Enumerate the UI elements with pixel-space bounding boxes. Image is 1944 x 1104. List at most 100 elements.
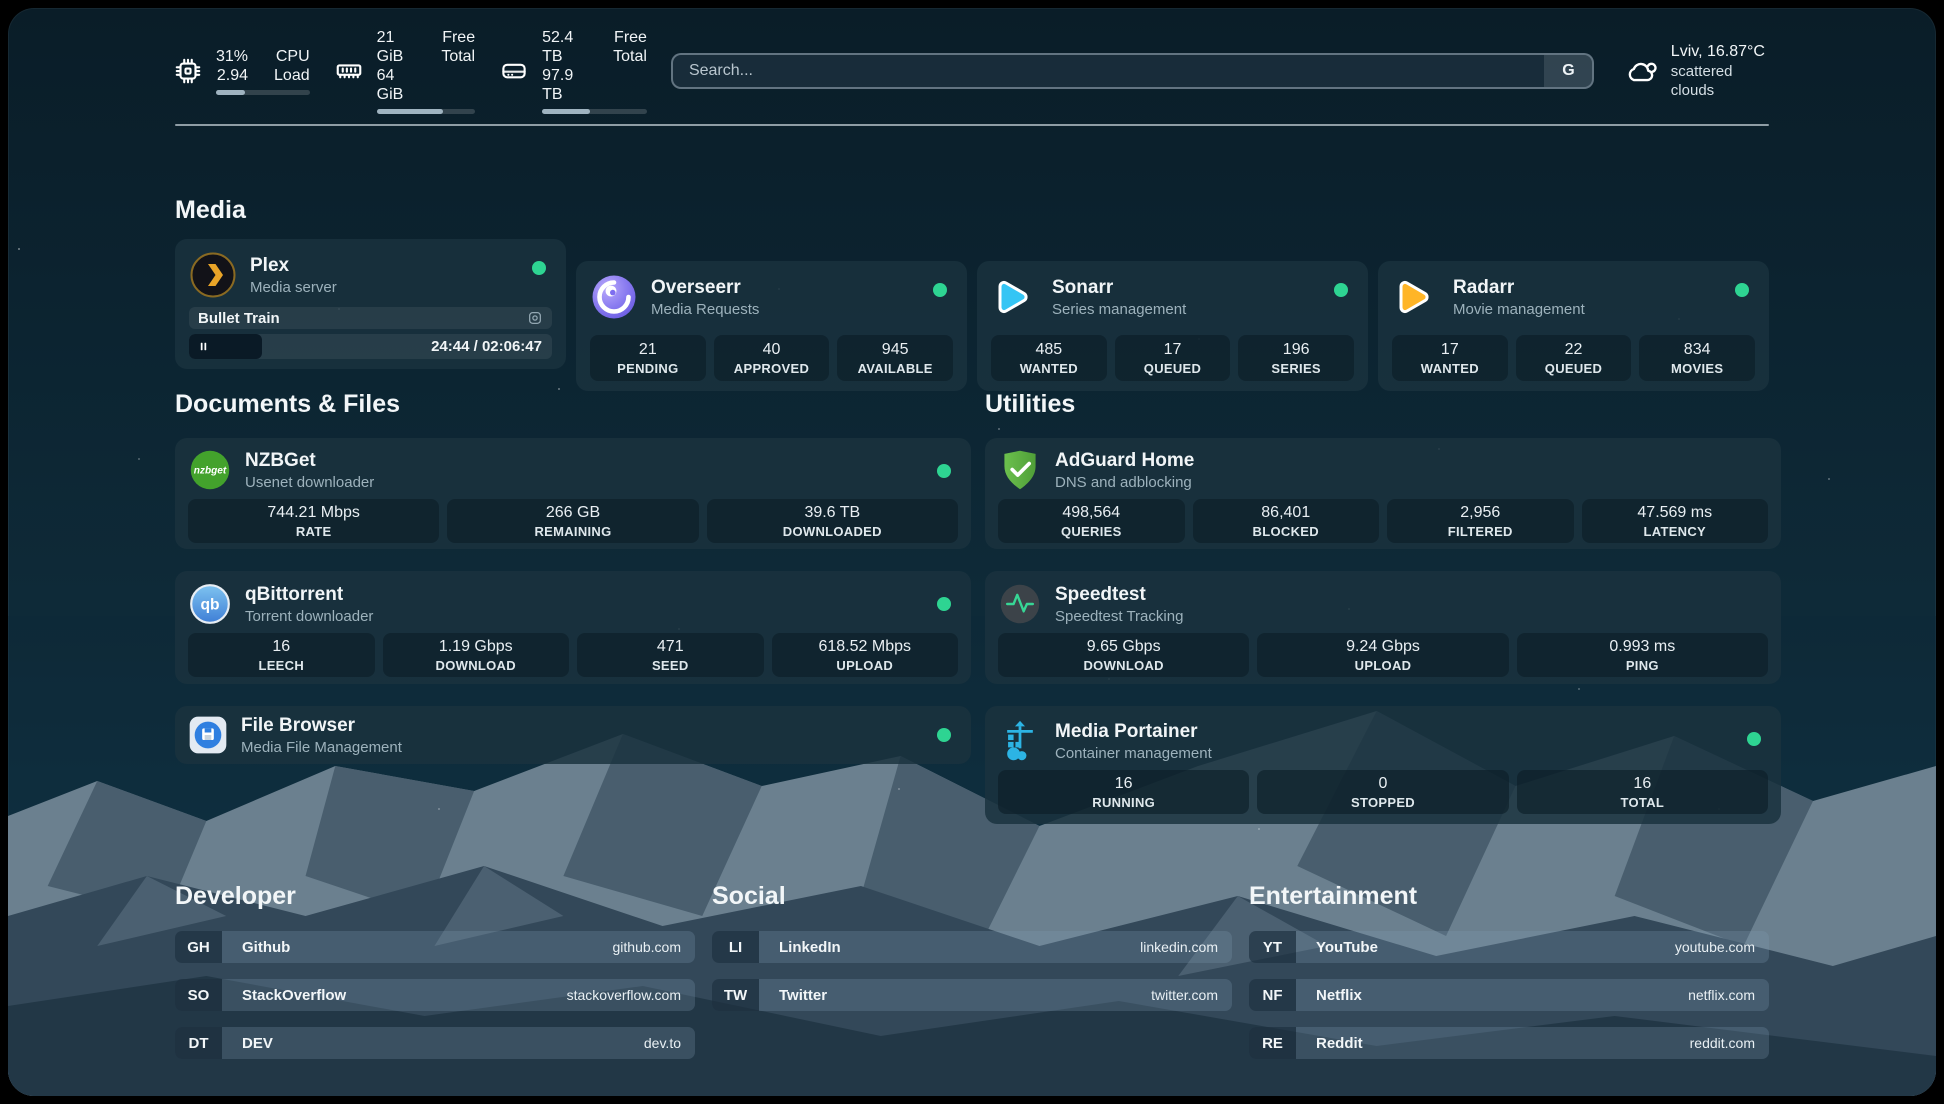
search-engine-button[interactable]: G	[1544, 55, 1592, 87]
weather-location-temp: Lviv, 16.87°C	[1671, 42, 1772, 62]
bookmark-name: Netflix	[1296, 979, 1362, 1011]
status-dot	[1334, 283, 1348, 297]
stat-box-series: 196 SERIES	[1238, 335, 1354, 381]
bookmark-name: Twitter	[759, 979, 827, 1011]
stat-box-upload: 618.52 Mbps UPLOAD	[772, 633, 959, 677]
service-subtitle: Movie management	[1453, 301, 1585, 319]
bookmark-url: stackoverflow.com	[567, 979, 695, 1011]
service-card-portainer[interactable]: Media Portainer Container management 16 …	[985, 706, 1781, 824]
service-card-qbittorrent[interactable]: qb qBittorrent Torrent downloader 16 LEE…	[175, 571, 971, 684]
ram-stat-widget: 21 GiB 64 GiB Free Total	[334, 28, 475, 114]
section-title-social: Social	[712, 882, 1232, 911]
service-name: File Browser	[241, 714, 402, 737]
ram-free: 21 GiB	[377, 28, 416, 66]
stat-label: DOWNLOADED	[783, 524, 882, 539]
service-subtitle: Torrent downloader	[245, 608, 373, 626]
stat-box-ping: 0.993 ms PING	[1517, 633, 1768, 677]
stat-box-pending: 21 PENDING	[590, 335, 706, 381]
dashboard-screen: 31% 2.94 CPU Load	[8, 8, 1936, 1096]
stat-box-leech: 16 LEECH	[188, 633, 375, 677]
stat-box-downloaded: 39.6 TB DOWNLOADED	[707, 499, 958, 543]
stat-label: REMAINING	[534, 524, 611, 539]
radarr-icon	[1392, 273, 1440, 321]
stat-label: DOWNLOAD	[436, 658, 516, 673]
bookmark-dev[interactable]: DT DEV dev.to	[175, 1027, 695, 1059]
disk-label2: Total	[613, 47, 647, 66]
stat-value: 1.19 Gbps	[439, 638, 513, 656]
adguard-icon	[998, 448, 1042, 492]
disk-icon	[499, 56, 529, 86]
playback-time: 24:44 / 02:06:47	[431, 338, 552, 355]
service-subtitle: Speedtest Tracking	[1055, 608, 1183, 626]
stat-box-download: 1.19 Gbps DOWNLOAD	[383, 633, 570, 677]
stat-box-latency: 47.569 ms LATENCY	[1582, 499, 1769, 543]
service-name: Sonarr	[1052, 276, 1186, 299]
ram-label2: Total	[441, 47, 475, 66]
cpu-loadavg: 2.94	[217, 66, 248, 85]
stat-box-blocked: 86,401 BLOCKED	[1193, 499, 1380, 543]
bookmark-abbr: LI	[712, 931, 759, 963]
weather-widget: Lviv, 16.87°C scattered clouds	[1624, 42, 1772, 100]
ram-total: 64 GiB	[377, 66, 416, 104]
ram-progress-track	[377, 109, 475, 114]
bookmark-url: twitter.com	[1151, 979, 1232, 1011]
stat-value: 47.569 ms	[1637, 504, 1712, 522]
service-card-plex[interactable]: Plex Media server Bullet Train 24:44 / 0…	[175, 239, 566, 369]
service-card-adguard[interactable]: AdGuard Home DNS and adblocking 498,564 …	[985, 438, 1781, 549]
bookmark-url: github.com	[613, 931, 695, 963]
service-card-nzbget[interactable]: nzbget NZBGet Usenet downloader 744.21 M…	[175, 438, 971, 549]
service-card-overseerr[interactable]: Overseerr Media Requests 21 PENDING 40 A…	[576, 261, 967, 391]
section-title-entertainment: Entertainment	[1249, 882, 1769, 911]
service-name: Radarr	[1453, 276, 1585, 299]
bookmark-github[interactable]: GH Github github.com	[175, 931, 695, 963]
stat-box-movies: 834 MOVIES	[1639, 335, 1755, 381]
plex-icon	[189, 251, 237, 299]
service-name: qBittorrent	[245, 583, 373, 606]
section-title-documents: Documents & Files	[175, 390, 971, 419]
bookmark-url: dev.to	[644, 1027, 695, 1059]
bookmark-youtube[interactable]: YT YouTube youtube.com	[1249, 931, 1769, 963]
stat-value: 9.65 Gbps	[1087, 638, 1161, 656]
bookmark-stackoverflow[interactable]: SO StackOverflow stackoverflow.com	[175, 979, 695, 1011]
cpu-progress-track	[216, 90, 310, 95]
stat-box-upload: 9.24 Gbps UPLOAD	[1257, 633, 1508, 677]
bookmarks-social: Social LI LinkedIn linkedin.com TW Twitt…	[712, 882, 1232, 1075]
svg-text:nzbget: nzbget	[194, 466, 227, 477]
disk-total: 97.9 TB	[542, 66, 587, 104]
stat-value: 485	[1035, 341, 1062, 359]
bookmark-abbr: RE	[1249, 1027, 1296, 1059]
service-name: AdGuard Home	[1055, 449, 1194, 472]
bookmark-url: netflix.com	[1688, 979, 1769, 1011]
search-input[interactable]	[673, 55, 1544, 87]
service-name: Speedtest	[1055, 583, 1183, 606]
bookmark-abbr: NF	[1249, 979, 1296, 1011]
stat-box-running: 16 RUNNING	[998, 770, 1249, 814]
stat-label: MOVIES	[1671, 361, 1723, 376]
service-card-speedtest[interactable]: Speedtest Speedtest Tracking 9.65 Gbps D…	[985, 571, 1781, 684]
bookmark-reddit[interactable]: RE Reddit reddit.com	[1249, 1027, 1769, 1059]
weather-condition: scattered clouds	[1671, 62, 1772, 100]
ram-progress-fill	[377, 109, 443, 114]
disk-free: 52.4 TB	[542, 28, 587, 66]
stat-box-total: 16 TOTAL	[1517, 770, 1768, 814]
status-dot	[532, 261, 546, 275]
stat-box-queued: 22 QUEUED	[1516, 335, 1632, 381]
snow-particles	[18, 248, 20, 250]
bookmark-name: Github	[222, 931, 290, 963]
nzbget-icon: nzbget	[188, 448, 232, 492]
stat-box-approved: 40 APPROVED	[714, 335, 830, 381]
bookmark-linkedin[interactable]: LI LinkedIn linkedin.com	[712, 931, 1232, 963]
stat-label: QUEUED	[1545, 361, 1602, 376]
stat-value: 471	[657, 638, 684, 656]
bookmark-name: LinkedIn	[759, 931, 841, 963]
top-bar: 31% 2.94 CPU Load	[173, 42, 1772, 100]
section-title-media: Media	[175, 196, 246, 225]
service-card-sonarr[interactable]: Sonarr Series management 485 WANTED 17 Q…	[977, 261, 1368, 391]
bookmark-abbr: GH	[175, 931, 222, 963]
bookmark-twitter[interactable]: TW Twitter twitter.com	[712, 979, 1232, 1011]
cpu-label2: Load	[274, 66, 310, 85]
ram-label: Free	[442, 28, 475, 47]
service-card-filebrowser[interactable]: File Browser Media File Management	[175, 706, 971, 764]
service-card-radarr[interactable]: Radarr Movie management 17 WANTED 22 QUE…	[1378, 261, 1769, 391]
bookmark-netflix[interactable]: NF Netflix netflix.com	[1249, 979, 1769, 1011]
